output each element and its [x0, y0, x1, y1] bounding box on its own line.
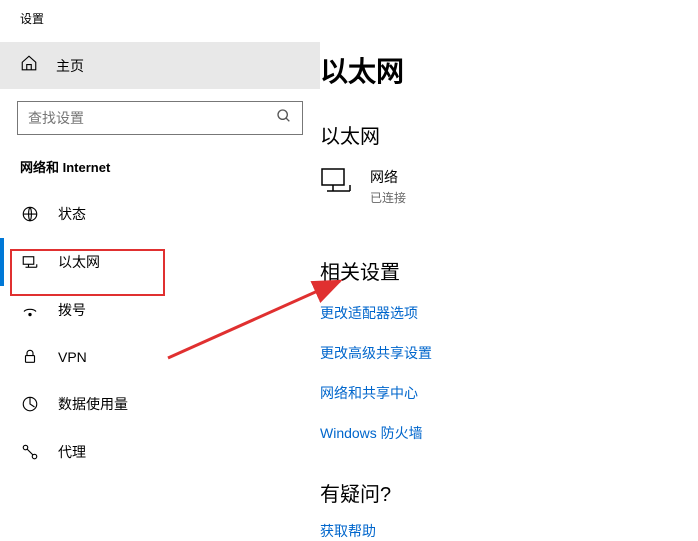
section-title: 以太网 [320, 120, 698, 149]
search-input[interactable] [17, 101, 303, 135]
sidebar-item-label: VPN [58, 349, 87, 365]
link-sharing-settings[interactable]: 更改高级共享设置 [320, 343, 698, 363]
search-field[interactable] [28, 110, 276, 126]
vpn-icon [20, 348, 40, 366]
monitor-icon [320, 167, 352, 200]
sidebar-item-proxy[interactable]: 代理 [0, 428, 320, 476]
sidebar-item-status[interactable]: 状态 [0, 190, 320, 238]
window-title: 设置 [0, 0, 320, 42]
sidebar-item-label: 状态 [58, 204, 86, 224]
sidebar-item-label: 拨号 [58, 300, 86, 320]
sidebar-item-label: 代理 [58, 442, 86, 462]
network-status[interactable]: 网络 已连接 [320, 167, 698, 206]
related-settings-title: 相关设置 [320, 256, 698, 285]
home-label: 主页 [56, 56, 84, 76]
main-content: 以太网 以太网 网络 已连接 相关设置 更改适配器选项 更改高级共享设置 网络和… [320, 0, 698, 516]
category-label: 网络和 Internet [0, 157, 320, 190]
page-title: 以太网 [320, 50, 698, 90]
search-icon [276, 108, 292, 129]
home-icon [20, 54, 38, 77]
home-button[interactable]: 主页 [0, 42, 320, 89]
sidebar-item-ethernet[interactable]: 以太网 [0, 238, 320, 286]
network-status-text: 已连接 [370, 189, 406, 206]
sidebar-item-dialup[interactable]: 拨号 [0, 286, 320, 334]
sidebar: 设置 主页 网络和 Internet 状态 [0, 0, 320, 516]
link-adapter-options[interactable]: 更改适配器选项 [320, 303, 698, 323]
link-get-help[interactable]: 获取帮助 [320, 521, 698, 541]
sidebar-item-vpn[interactable]: VPN [0, 334, 320, 380]
sidebar-item-datausage[interactable]: 数据使用量 [0, 380, 320, 428]
sidebar-item-label: 数据使用量 [58, 394, 128, 414]
question-title: 有疑问? [320, 478, 698, 507]
network-name: 网络 [370, 167, 406, 187]
dialup-icon [20, 301, 40, 319]
link-firewall[interactable]: Windows 防火墙 [320, 423, 698, 443]
datausage-icon [20, 395, 40, 413]
ethernet-icon [20, 253, 40, 271]
proxy-icon [20, 443, 40, 461]
sidebar-item-label: 以太网 [58, 252, 100, 272]
status-icon [20, 205, 40, 223]
link-network-center[interactable]: 网络和共享中心 [320, 383, 698, 403]
